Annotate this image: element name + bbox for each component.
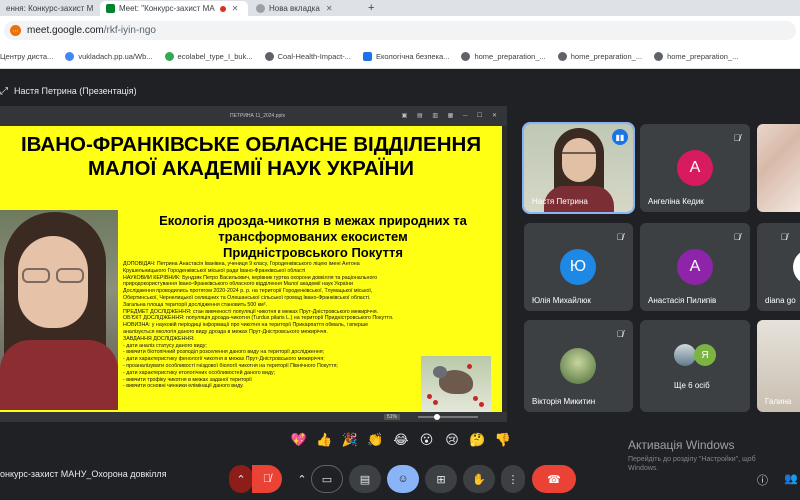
mic-off-icon: 🎙̸	[780, 232, 788, 242]
present-button[interactable]: ⊞	[425, 465, 457, 493]
avatar	[560, 348, 596, 384]
participant-tile[interactable]	[757, 124, 800, 212]
captions-icon: ▤	[359, 473, 371, 486]
close-tab-icon[interactable]: ✕	[326, 4, 333, 13]
bookmarks-bar: Центру диста... vukladach.pp.ua/Wb... ec…	[0, 44, 800, 69]
bookmark-item[interactable]: ecolabel_type_I_buk...	[164, 51, 253, 61]
reaction-laugh-icon[interactable]: 😂	[390, 432, 412, 448]
tab-announcement[interactable]: ення: Конкурс-захист М ✕	[0, 1, 96, 16]
chevron-up-icon: ⌃	[236, 473, 246, 486]
mic-off-icon: 🎙̸	[616, 232, 624, 242]
participant-tile[interactable]: 🎙̸ А Ангеліна Кедик	[640, 124, 750, 212]
presenter-label: ⤢ Настя Петрина (Презентація)	[0, 85, 137, 97]
slide-body: ДОПОВІДАЧ: Петрина Анастасія Іванівна, у…	[123, 261, 394, 390]
mic-off-icon: 🎙̸	[733, 232, 741, 242]
avatar: А	[677, 150, 713, 186]
meeting-title: онкурс-захист МАНУ_Охорона довкілля	[0, 469, 167, 479]
reactions-bar: 💖 👍 🎉 👏 😂 😮 😢 🤔 👎	[288, 429, 514, 451]
participant-tile[interactable]: 🎙̸ Вікторія Микитин	[524, 320, 633, 412]
present-screen-icon: ⊞	[436, 473, 446, 486]
avatar: Ю	[560, 249, 596, 285]
powerpoint-statusbar: 51%	[0, 412, 507, 422]
address-bar-row: ⋯ meet.google.com/rkf-iyin-ngo	[0, 16, 800, 44]
close-tab-icon[interactable]: ✕	[232, 4, 239, 13]
participant-tile[interactable]: 🎙̸ А Анастасія Пилипів	[640, 223, 750, 311]
reaction-clap-icon[interactable]: 👏	[365, 432, 387, 448]
mic-options-button[interactable]: ⌃	[229, 465, 253, 493]
mic-off-icon: 🎙̸	[733, 133, 741, 143]
avatar: n	[793, 249, 800, 285]
zoom-slider[interactable]	[418, 414, 478, 420]
avatar: Я	[694, 344, 716, 366]
page-icon	[654, 51, 664, 61]
leave-call-button[interactable]: ☎	[532, 465, 576, 493]
captions-button[interactable]: ▤	[349, 465, 381, 493]
more-options-button[interactable]: ⋮	[501, 465, 525, 493]
participant-tile[interactable]: 🎙̸ Ю Юлія Михайлюк	[524, 223, 633, 311]
toolbar-icons: ▣ ▤ ▥ ▦ ─ ☐ ✕	[401, 113, 501, 119]
bookmark-item[interactable]: Coal-Health-Impact-...	[264, 51, 351, 61]
page-icon	[164, 51, 174, 61]
camera-toggle-button[interactable]: ▭	[311, 465, 343, 493]
mic-toggle-button[interactable]: 🎙̸	[252, 465, 282, 493]
windows-activation-watermark: Активація Windows Перейдіть до розділу "…	[628, 438, 756, 472]
video-camera-icon: ▭	[321, 473, 333, 486]
participant-tile[interactable]: 🎙̸ n diana go	[757, 223, 800, 311]
bookmark-item[interactable]: home_preparation_...	[461, 51, 546, 61]
page-icon	[264, 51, 274, 61]
bookmark-item[interactable]: Центру диста...	[0, 52, 53, 61]
raise-hand-button[interactable]: ✋	[463, 465, 495, 493]
reaction-heart-icon[interactable]: 💖	[288, 432, 310, 448]
reaction-thinking-icon[interactable]: 🤔	[467, 432, 489, 448]
globe-icon	[256, 4, 265, 13]
hand-icon: ✋	[472, 473, 486, 486]
speaking-indicator-icon: ▮▮	[612, 129, 628, 145]
page-icon	[557, 51, 567, 61]
expand-arrow-icon[interactable]: ⤢	[0, 86, 8, 97]
avatar	[674, 344, 696, 366]
speaker-photo	[0, 210, 118, 410]
browser-tabstrip: ення: Конкурс-захист М ✕ Meet: "Конкурс-…	[0, 0, 800, 16]
document-icon	[362, 51, 372, 61]
bookmark-item[interactable]: vukladach.pp.ua/Wb...	[65, 51, 153, 61]
reaction-sad-icon[interactable]: 😢	[441, 432, 463, 448]
people-icon[interactable]: 👥	[784, 472, 798, 485]
reaction-thumbs-down-icon[interactable]: 👎	[492, 432, 514, 448]
url-input[interactable]: ⋯ meet.google.com/rkf-iyin-ngo	[4, 21, 796, 40]
avatar: А	[677, 249, 713, 285]
new-tab-icon[interactable]: +	[368, 2, 374, 14]
mic-off-icon: 🎙̸	[616, 329, 624, 339]
shared-screen: ПЕТРИНА 11_2024.pptx ▣ ▤ ▥ ▦ ─ ☐ ✕ ІВАНО…	[0, 106, 507, 422]
page-icon	[461, 51, 471, 61]
page-icon	[65, 51, 75, 61]
bookmark-item[interactable]: home_preparation_...	[654, 51, 738, 61]
reaction-thumbs-up-icon[interactable]: 👍	[314, 432, 336, 448]
slide-heading: ІВАНО-ФРАНКІВСЬКЕ ОБЛАСНЕ ВІДДІЛЕННЯ МАЛ…	[20, 133, 482, 180]
bookmark-item[interactable]: Екологічна безпека...	[362, 51, 449, 61]
powerpoint-toolbar: ПЕТРИНА 11_2024.pptx ▣ ▤ ▥ ▦ ─ ☐ ✕	[0, 106, 507, 126]
slide-subtitle: Екологія дрозда-чикотня в межах природни…	[159, 213, 467, 260]
hang-up-icon: ☎	[547, 473, 561, 486]
chevron-up-icon: ⌃	[297, 473, 307, 486]
meet-icon	[106, 4, 115, 13]
more-participants-tile[interactable]: Я Ще 6 осіб	[640, 320, 750, 412]
bookmark-item[interactable]: home_preparation_...	[557, 51, 642, 61]
info-icon[interactable]: ⓘ	[757, 472, 768, 488]
reactions-button[interactable]: ☺	[387, 465, 419, 493]
slide: ІВАНО-ФРАНКІВСЬКЕ ОБЛАСНЕ ВІДДІЛЕННЯ МАЛ…	[0, 126, 502, 412]
tab-meet[interactable]: Meet: "Конкурс-захист МА ✕	[100, 1, 248, 16]
tab-new-tab[interactable]: Нова вкладка ✕	[250, 1, 362, 16]
participant-tile[interactable]: Галина	[757, 320, 800, 412]
more-vert-icon: ⋮	[507, 473, 519, 486]
site-info-icon[interactable]: ⋯	[10, 25, 21, 36]
participant-tile[interactable]: ▮▮ Настя Петрина	[522, 122, 635, 214]
fieldfare-photo	[421, 356, 491, 412]
mic-off-icon: 🎙̸	[262, 473, 272, 485]
participant-video	[757, 124, 800, 212]
reaction-surprised-icon[interactable]: 😮	[416, 432, 438, 448]
reaction-party-icon[interactable]: 🎉	[339, 432, 361, 448]
recording-dot-icon	[219, 5, 226, 12]
emoji-icon: ☺	[397, 473, 409, 485]
